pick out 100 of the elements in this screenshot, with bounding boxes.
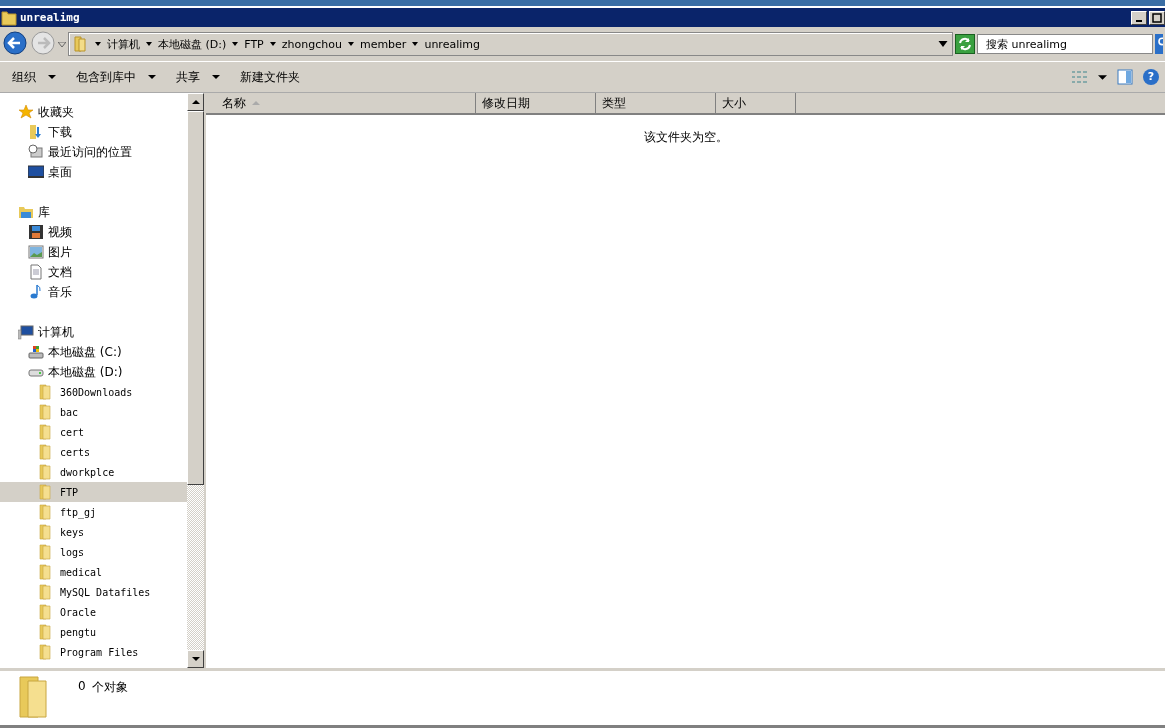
document-icon: [28, 264, 44, 280]
tree-item[interactable]: cert: [0, 422, 187, 442]
scroll-up-button[interactable]: [187, 93, 204, 111]
caret-icon: [212, 75, 220, 79]
column-header[interactable]: 大小: [716, 93, 796, 113]
column-header[interactable]: 修改日期: [476, 93, 596, 113]
help-button[interactable]: ?: [1143, 69, 1159, 85]
drive-icon: [28, 344, 44, 360]
tree-item[interactable]: pengtu: [0, 622, 187, 642]
tree-item[interactable]: 收藏夹: [0, 102, 187, 122]
tree-item[interactable]: 视频: [0, 222, 187, 242]
tree-item[interactable]: Program Files: [0, 642, 187, 662]
caret-icon[interactable]: [232, 42, 239, 46]
picture-icon: [28, 244, 44, 260]
tree-item[interactable]: 文档: [0, 262, 187, 282]
caret-icon: [1098, 74, 1107, 80]
folder-icon: [38, 524, 54, 540]
folder-icon: [18, 204, 34, 220]
list-view-icon: [1072, 71, 1088, 83]
music-note-icon: [28, 284, 44, 300]
caret-icon[interactable]: [269, 42, 276, 46]
item-count: 0: [78, 679, 86, 693]
folder-icon: [73, 36, 89, 52]
folder-icon: [38, 544, 54, 560]
refresh-icon: [957, 36, 973, 52]
arrow-right-icon: [31, 31, 55, 55]
down-arrow-icon: [191, 657, 200, 661]
tree-item[interactable]: keys: [0, 522, 187, 542]
monitor-icon: [18, 324, 34, 340]
breadcrumb-item[interactable]: unrealimg: [424, 37, 480, 51]
caret-icon: [58, 41, 66, 47]
toolbar-button[interactable]: 组织: [6, 65, 62, 89]
breadcrumb-item[interactable]: zhongchou: [281, 37, 342, 51]
address-bar[interactable]: 计算机 本地磁盘 (D:) FTP zhongchou member unrealimg: [68, 32, 953, 56]
tree-item[interactable]: 下载: [0, 122, 187, 142]
toolbar-button[interactable]: 新建文件夹: [234, 65, 306, 89]
minimize-icon: [1136, 19, 1142, 22]
caret-icon: [48, 75, 56, 79]
folder-icon: [38, 604, 54, 620]
column-header[interactable]: 类型: [596, 93, 716, 113]
folder-icon: [38, 504, 54, 520]
tree-item[interactable]: bac: [0, 402, 187, 422]
tree-item[interactable]: Oracle: [0, 602, 187, 622]
folder-icon: [28, 124, 44, 140]
empty-folder-message: 该文件夹为空。: [643, 129, 728, 146]
tree-item[interactable]: 库: [0, 202, 187, 222]
tree-item[interactable]: 本地磁盘 (C:): [0, 342, 187, 362]
folder-icon: [38, 584, 54, 600]
caret-icon: [148, 75, 156, 79]
breadcrumb-item[interactable]: FTP: [244, 37, 264, 51]
item-count-label: 个对象: [91, 679, 128, 696]
window-title: unrealimg: [20, 11, 80, 24]
column-header[interactable]: 名称: [206, 93, 476, 113]
tree-item[interactable]: medical: [0, 562, 187, 582]
tree-item[interactable]: 图片: [0, 242, 187, 262]
search-field[interactable]: 搜索 unrealimg: [977, 34, 1153, 54]
tree-item[interactable]: MySQL Datafiles: [0, 582, 187, 602]
up-arrow-icon: [191, 100, 200, 104]
dropdown-icon[interactable]: [938, 41, 948, 47]
breadcrumb-item[interactable]: 本地磁盘 (D:): [158, 36, 227, 52]
tree-item[interactable]: certs: [0, 442, 187, 462]
breadcrumb-item[interactable]: 计算机: [107, 36, 140, 52]
folder-icon: [1, 9, 17, 26]
maximize-icon: [1152, 12, 1162, 23]
tree-item[interactable]: dworkplce: [0, 462, 187, 482]
tree-item[interactable]: ftp_gj: [0, 502, 187, 522]
tree-item[interactable]: FTP: [0, 482, 187, 502]
toolbar-button[interactable]: 包含到库中: [70, 65, 162, 89]
tree-item[interactable]: 360Downloads: [0, 382, 187, 402]
tree-item[interactable]: 最近访问的位置: [0, 142, 187, 162]
caret-icon[interactable]: [95, 42, 101, 46]
minimize-button[interactable]: [1131, 10, 1147, 25]
film-icon: [28, 224, 44, 240]
folder-icon: [38, 624, 54, 640]
tree-item[interactable]: 计算机: [0, 322, 187, 342]
tree-item[interactable]: 本地磁盘 (D:): [0, 362, 187, 382]
scrollbar[interactable]: [187, 93, 204, 668]
pane-icon: [1117, 69, 1133, 85]
maximize-button[interactable]: [1149, 10, 1165, 25]
star-icon: [18, 104, 34, 120]
breadcrumb-item[interactable]: member: [359, 37, 407, 51]
tree-item[interactable]: logs: [0, 542, 187, 562]
caret-icon[interactable]: [347, 42, 354, 46]
scroll-down-button[interactable]: [187, 650, 204, 668]
folder-icon: [38, 564, 54, 580]
caret-icon[interactable]: [146, 42, 152, 46]
folder-icon: [38, 404, 54, 420]
tree-item[interactable]: 音乐: [0, 282, 187, 302]
arrow-left-icon: [3, 31, 27, 55]
folder-icon: [18, 675, 50, 719]
sort-arrow-icon: [252, 101, 260, 105]
tree-item[interactable]: 桌面: [0, 162, 187, 182]
toolbar-button[interactable]: 共享: [170, 65, 226, 89]
search-button[interactable]: [1155, 34, 1163, 54]
back-button[interactable]: [2, 31, 28, 57]
scroll-thumb[interactable]: [187, 111, 204, 485]
caret-icon[interactable]: [412, 42, 419, 46]
refresh-button[interactable]: [955, 34, 975, 54]
monitor-icon: [28, 164, 44, 180]
folder-icon: [38, 384, 54, 400]
